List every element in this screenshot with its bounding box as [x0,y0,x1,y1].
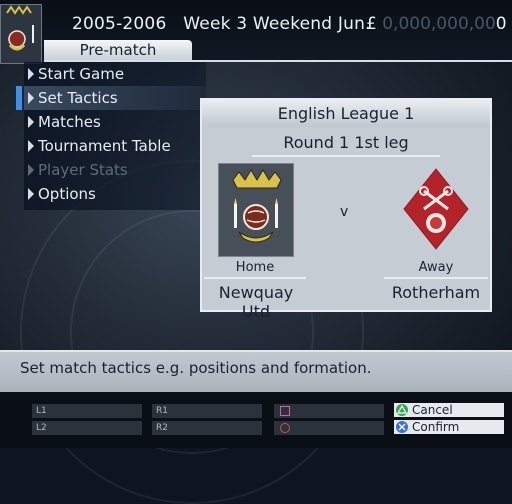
round-label: Round 1 1st leg [252,131,440,157]
arrow-icon [28,68,34,80]
arrow-icon [28,188,34,200]
away-team-name: Rotherham [391,283,481,302]
screen-tab: Pre-match [44,40,192,60]
currency-symbol: £ [366,14,377,34]
cross-icon [396,421,408,433]
menu-item-options[interactable]: Options [24,182,206,206]
away-label: Away [384,260,488,279]
versus-label: v [340,204,349,220]
menu-item-set-tactics[interactable]: Set Tactics [24,86,206,110]
help-text: Set match tactics e.g. positions and for… [20,359,372,377]
home-team-name: Newquay Utd [218,283,294,321]
r1-slot[interactable]: R1 [152,404,262,418]
square-slot[interactable] [274,404,384,418]
club-logo [0,4,42,64]
menu-item-label: Player Stats [38,161,128,179]
money-digits: 0,000,000,00 [382,14,496,34]
cancel-button[interactable]: Cancel [394,403,504,417]
money-last-digit: 0 [495,14,507,34]
season-date: 2005-2006 Week 3 Weekend Jun. [72,14,371,34]
l2-label: L2 [36,423,47,433]
help-bar: Set match tactics e.g. positions and for… [0,350,512,392]
arrow-icon [28,92,34,104]
menu-item-label: Start Game [38,65,125,83]
l1-slot[interactable]: L1 [32,404,142,418]
week-label: Week 3 Weekend Jun. [183,14,371,34]
button-bar: L1 L2 R1 R2 Cancel Confirm [0,392,512,448]
r2-label: R2 [156,423,168,433]
cancel-label: Cancel [412,403,453,417]
main-menu: Start Game Set Tactics Matches Tournamen… [24,62,206,210]
selection-indicator [16,86,22,110]
menu-item-label: Options [38,185,96,203]
menu-item-label: Matches [38,113,101,131]
triangle-icon [396,404,408,416]
season-year: 2005-2006 [72,14,167,34]
square-icon [280,406,290,416]
arrow-icon [28,140,34,152]
home-label: Home [204,260,306,279]
menu-item-tournament-table[interactable]: Tournament Table [24,134,206,158]
confirm-label: Confirm [412,420,460,434]
menu-item-label: Tournament Table [38,137,171,155]
home-crest-icon [218,163,294,257]
menu-item-player-stats: Player Stats [24,158,206,182]
arrow-icon [28,116,34,128]
circle-slot[interactable] [274,421,384,435]
menu-item-matches[interactable]: Matches [24,110,206,134]
money-display: £ 0,000,000,000 [366,14,507,34]
menu-item-label: Set Tactics [38,89,118,107]
match-panel: English League 1 Round 1 1st leg v Home … [200,98,492,321]
confirm-button[interactable]: Confirm [394,420,504,434]
r1-label: R1 [156,406,168,416]
top-bar: 2005-2006 Week 3 Weekend Jun. £ 0,000,00… [0,0,512,64]
competition-title: English League 1 [202,100,490,127]
menu-item-start-game[interactable]: Start Game [24,62,206,86]
r2-slot[interactable]: R2 [152,421,262,435]
l1-label: L1 [36,406,47,416]
arrow-icon [28,164,34,176]
l2-slot[interactable]: L2 [32,421,142,435]
circle-icon [280,423,290,433]
away-crest-icon [398,163,474,255]
